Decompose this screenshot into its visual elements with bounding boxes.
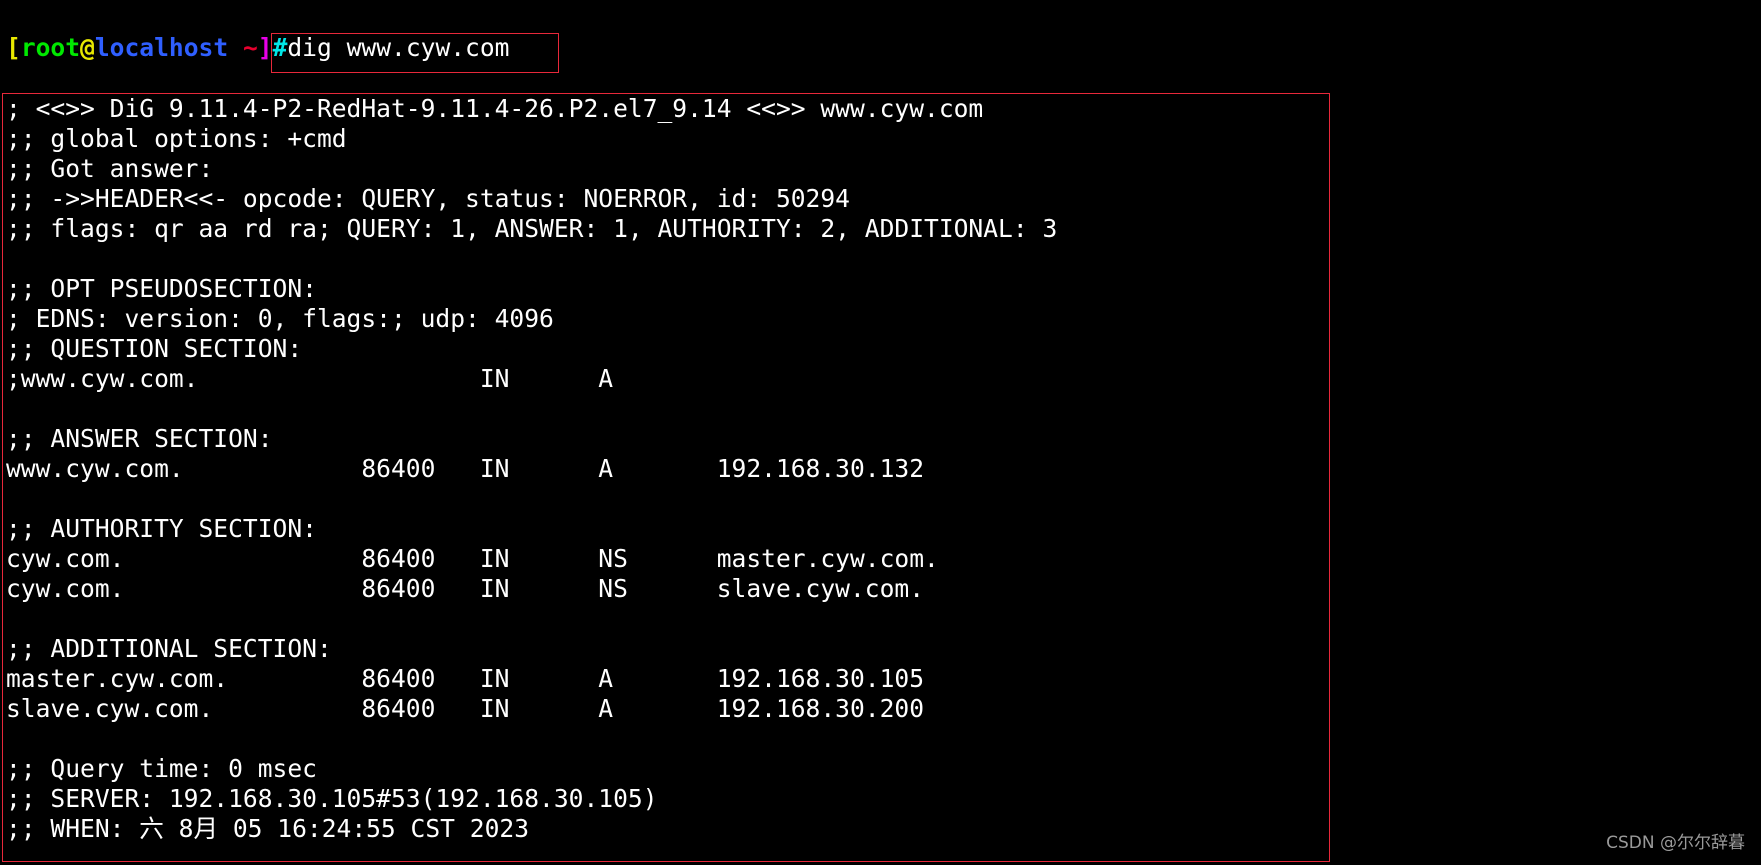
output-line: cyw.com. 86400 IN NS slave.cyw.com. bbox=[6, 574, 925, 603]
prompt-host: localhost bbox=[94, 33, 229, 62]
output-line: www.cyw.com. 86400 IN A 192.168.30.132 bbox=[6, 454, 925, 483]
output-line: ;; OPT PSEUDOSECTION: bbox=[6, 274, 317, 303]
output-line: ;; ->>HEADER<<- opcode: QUERY, status: N… bbox=[6, 184, 850, 213]
watermark: CSDN @尔尔辞暮 bbox=[1606, 833, 1745, 853]
output-line: ;www.cyw.com. IN A bbox=[6, 364, 614, 393]
output-line: ;; ADDITIONAL SECTION: bbox=[6, 634, 332, 663]
output-line: ;; Query time: 0 msec bbox=[6, 754, 317, 783]
terminal-window[interactable]: [root@localhost ~]#dig www.cyw.com ; <<>… bbox=[0, 0, 1761, 865]
command-highlight-box bbox=[271, 33, 559, 73]
output-line: cyw.com. 86400 IN NS master.cyw.com. bbox=[6, 544, 939, 573]
output-line: ;; flags: qr aa rd ra; QUERY: 1, ANSWER:… bbox=[6, 214, 1058, 243]
command-output: ; <<>> DiG 9.11.4-P2-RedHat-9.11.4-26.P2… bbox=[6, 94, 1057, 844]
prompt-at-sign: @ bbox=[80, 33, 95, 62]
output-line: ;; WHEN: 六 8月 05 16:24:55 CST 2023 bbox=[6, 814, 530, 843]
output-line: master.cyw.com. 86400 IN A 192.168.30.10… bbox=[6, 664, 925, 693]
output-line: ;; SERVER: 192.168.30.105#53(192.168.30.… bbox=[6, 784, 658, 813]
output-line: slave.cyw.com. 86400 IN A 192.168.30.200 bbox=[6, 694, 925, 723]
output-line: ;; ANSWER SECTION: bbox=[6, 424, 273, 453]
output-line: ;; global options: +cmd bbox=[6, 124, 347, 153]
output-line: ;; Got answer: bbox=[6, 154, 214, 183]
prompt-open-bracket: [ bbox=[6, 33, 21, 62]
output-line: ; <<>> DiG 9.11.4-P2-RedHat-9.11.4-26.P2… bbox=[6, 94, 984, 123]
output-line: ;; QUESTION SECTION: bbox=[6, 334, 303, 363]
output-line: ;; AUTHORITY SECTION: bbox=[6, 514, 317, 543]
output-line: ; EDNS: version: 0, flags:; udp: 4096 bbox=[6, 304, 554, 333]
prompt-user: root bbox=[20, 33, 81, 62]
prompt-cwd: ~ bbox=[242, 33, 258, 62]
